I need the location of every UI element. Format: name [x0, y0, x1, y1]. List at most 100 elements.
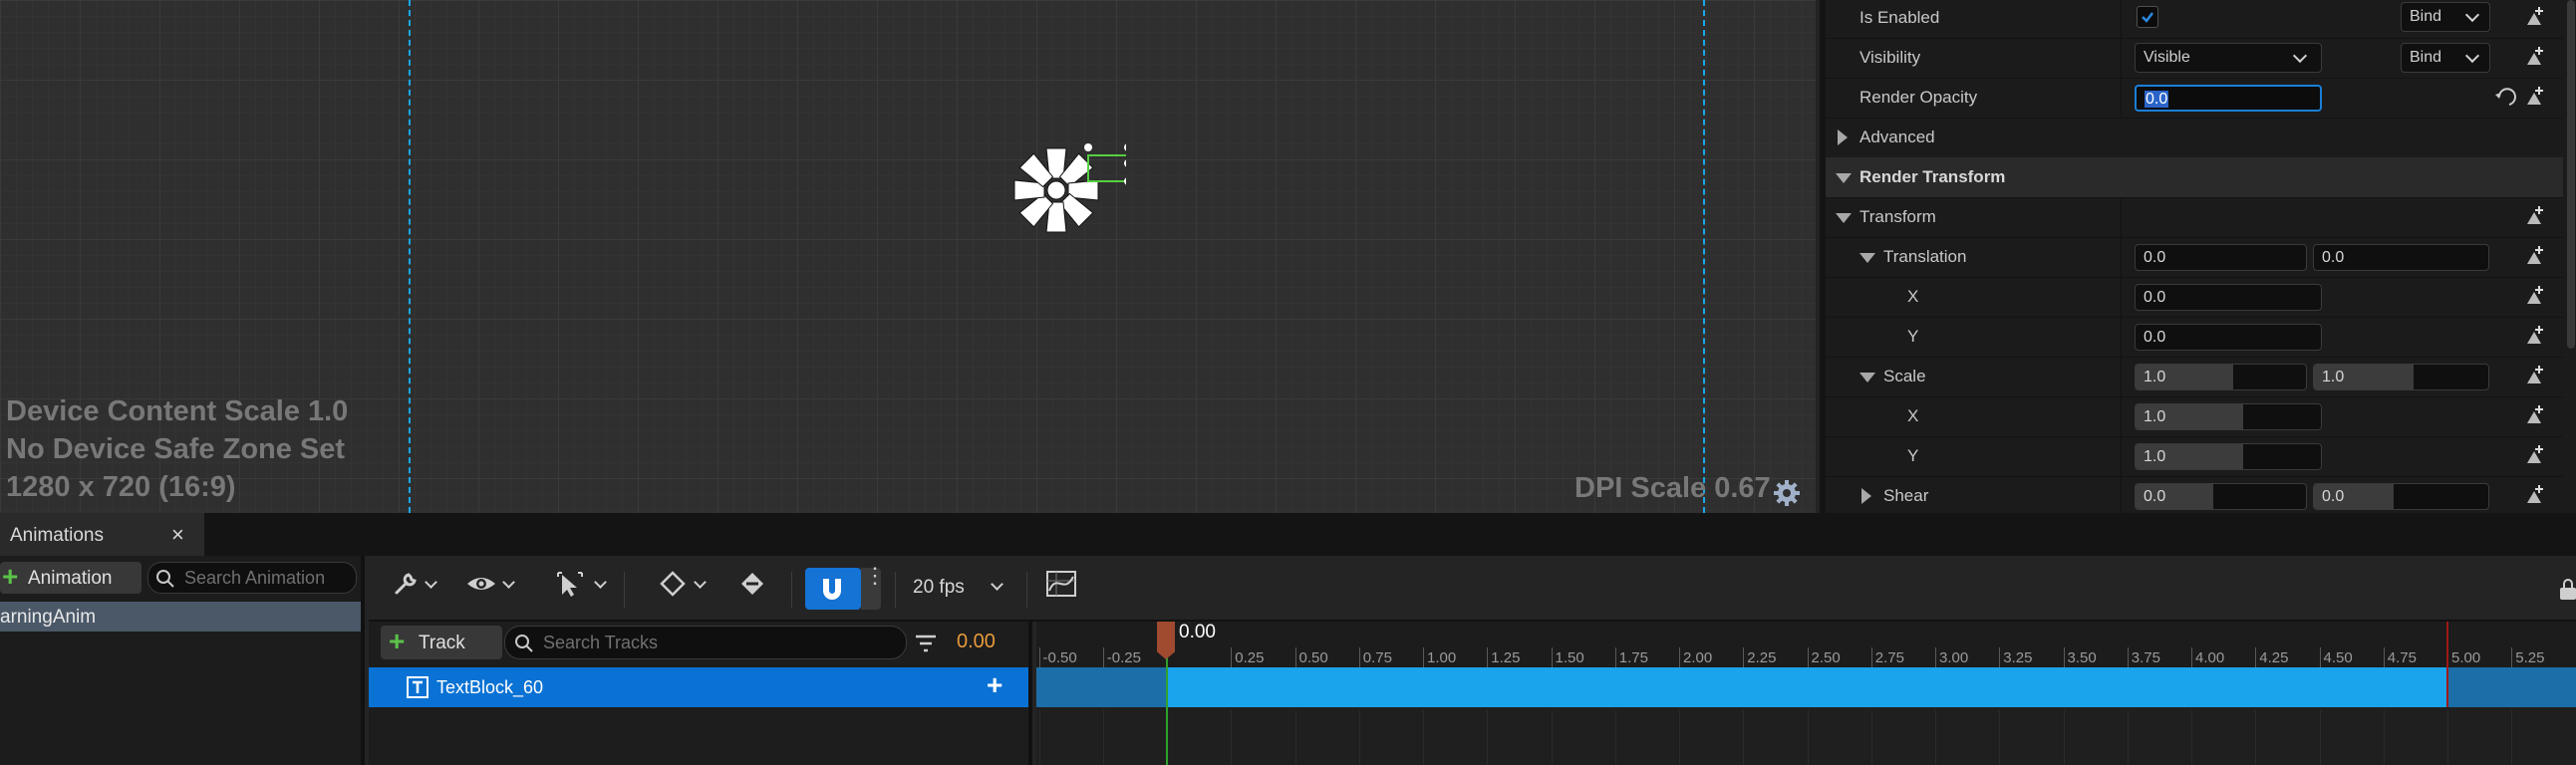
curve-editor-button[interactable]	[1044, 569, 1080, 609]
snap-toggle-button[interactable]	[805, 568, 861, 610]
scale-y-field[interactable]: 1.0	[2135, 443, 2322, 470]
snap-options-button[interactable]: ⋮	[861, 565, 886, 610]
advanced-row[interactable]: Advanced	[1826, 118, 2563, 158]
current-time-display[interactable]: 0.00	[957, 631, 996, 653]
collapse-arrow-icon[interactable]	[1860, 253, 1875, 263]
bind-label: Bind	[2410, 49, 2442, 66]
ruler-tick	[2383, 647, 2385, 669]
key-icon[interactable]	[2519, 322, 2549, 352]
key-icon[interactable]	[2519, 242, 2549, 272]
collapse-arrow-icon[interactable]	[1836, 213, 1852, 223]
key-icon[interactable]	[2519, 282, 2549, 312]
is-enabled-checkbox[interactable]	[2137, 6, 2158, 28]
section-bar[interactable]	[1166, 667, 2448, 707]
add-track-button[interactable]: + Track	[381, 626, 502, 659]
key-icon[interactable]	[2519, 362, 2549, 391]
scale-x-input[interactable]: 1.0	[2135, 364, 2307, 390]
key-icon[interactable]	[2519, 83, 2549, 113]
search-tracks-input[interactable]: Search Tracks	[504, 626, 907, 659]
reset-arrow-icon[interactable]	[2489, 85, 2519, 115]
tools-menu-button[interactable]	[391, 569, 440, 609]
collapse-arrow-icon[interactable]	[1836, 173, 1852, 183]
visibility-row: Visibility Visible Bind	[1826, 38, 2563, 79]
safe-zone-left-guide	[409, 0, 411, 513]
ruler-tick	[1102, 647, 1104, 669]
translation-y-input[interactable]: 0.0	[2313, 244, 2489, 271]
tab-animations[interactable]: Animations ×	[0, 513, 204, 556]
safe-zone-text: No Device Safe Zone Set	[6, 433, 346, 465]
ruler-tick	[1743, 647, 1745, 669]
visibility-dropdown[interactable]: Visible	[2135, 43, 2322, 73]
scale-x-field[interactable]: 1.0	[2135, 403, 2322, 430]
resolution-text: 1280 x 720 (16:9)	[6, 471, 236, 503]
scale-y-label: Y	[1907, 446, 1919, 465]
key-icon[interactable]	[2519, 401, 2549, 431]
timeline-grid-line	[1614, 710, 1616, 765]
designer-viewport[interactable]: Device Content Scale 1.0 No Device Safe …	[0, 0, 1816, 513]
translation-y-field[interactable]: 0.0	[2135, 324, 2322, 351]
render-transform-section[interactable]: Render Transform	[1826, 157, 2563, 198]
ruler-tick	[2127, 647, 2129, 669]
shear-y-input[interactable]: 0.0	[2313, 483, 2489, 510]
expand-arrow-icon[interactable]	[1861, 488, 1871, 504]
ruler-tick-label: 4.75	[2387, 649, 2417, 666]
fps-dropdown[interactable]: 20 fps	[913, 569, 1012, 609]
selection-tools-button[interactable]	[554, 569, 608, 609]
shear-x-input[interactable]: 0.0	[2135, 483, 2307, 510]
translation-x-field[interactable]: 0.0	[2135, 284, 2322, 311]
translation-x-row: X 0.0	[1826, 277, 2563, 318]
scale-label: Scale	[1883, 367, 1926, 385]
ruler-tick	[1487, 647, 1489, 669]
timeline-grid-line	[1743, 710, 1745, 765]
animation-list-item[interactable]: arningAnim	[0, 602, 361, 632]
scale-row[interactable]: Scale 1.0 1.0	[1826, 357, 2563, 397]
is-enabled-bind-dropdown[interactable]: Bind	[2401, 2, 2490, 32]
key-icon[interactable]	[2519, 202, 2549, 232]
track-row[interactable]: TextBlock_60 +	[369, 667, 1028, 707]
collapse-arrow-icon[interactable]	[1860, 373, 1875, 382]
ruler-tick	[2255, 647, 2257, 669]
curve-editor-icon	[1046, 571, 1076, 597]
ruler-tick-label: 5.00	[2451, 649, 2481, 666]
animations-tab-label: Animations	[10, 525, 104, 546]
key-icon[interactable]	[2519, 441, 2549, 471]
visibility-bind-dropdown[interactable]: Bind	[2401, 43, 2490, 73]
more-icon: ⋮	[864, 563, 886, 588]
search-tracks-placeholder: Search Tracks	[543, 633, 659, 652]
translation-x-input[interactable]: 0.0	[2135, 244, 2307, 271]
close-icon[interactable]: ×	[171, 522, 184, 548]
view-options-button[interactable]	[464, 569, 516, 609]
autokey-icon	[741, 573, 763, 595]
is-enabled-row: Is Enabled Bind	[1826, 0, 2563, 39]
key-options-button[interactable]	[658, 569, 712, 609]
add-animation-button[interactable]: + Animation	[0, 561, 142, 594]
key-icon[interactable]	[2519, 43, 2549, 73]
translation-row[interactable]: Translation 0.0 0.0	[1826, 237, 2563, 278]
key-icon[interactable]	[2519, 3, 2549, 33]
loading-spinner-icon[interactable]	[1006, 141, 1126, 241]
timeline-panel[interactable]: -0.50 -0.25 0.25 0.50 0.75 1.00 1.25 1.50 1.75 2.…	[1036, 622, 2576, 765]
lock-icon[interactable]	[2557, 578, 2576, 602]
auto-key-button[interactable]	[737, 569, 771, 609]
visibility-label: Visibility	[1860, 48, 1921, 67]
search-animation-input[interactable]: Search Animation	[147, 562, 357, 594]
transform-row[interactable]: Transform	[1826, 197, 2563, 238]
shear-row[interactable]: Shear 0.0 0.0	[1826, 476, 2563, 513]
scale-y-input[interactable]: 1.0	[2313, 364, 2489, 390]
render-opacity-input[interactable]: 0.0	[2135, 85, 2322, 112]
details-scrollbar[interactable]	[2567, 0, 2575, 349]
playback-end-marker[interactable]	[2446, 622, 2448, 707]
ruler-tick-label: 1.25	[1491, 649, 1521, 666]
filter-icon[interactable]	[913, 632, 939, 655]
ruler-tick-label: 3.25	[2003, 649, 2033, 666]
timeline-grid-line	[1294, 710, 1296, 765]
snap-magnet-icon	[823, 579, 841, 600]
ruler-tick	[1358, 647, 1360, 669]
add-key-plus-icon[interactable]: +	[987, 669, 1002, 701]
settings-gear-icon[interactable]	[1772, 478, 1802, 508]
playhead[interactable]	[1157, 622, 1175, 659]
timeline-grid-line	[1551, 710, 1553, 765]
expand-arrow-icon[interactable]	[1838, 129, 1848, 145]
key-icon[interactable]	[2519, 481, 2549, 511]
ruler-tick-label: -0.50	[1042, 649, 1077, 666]
